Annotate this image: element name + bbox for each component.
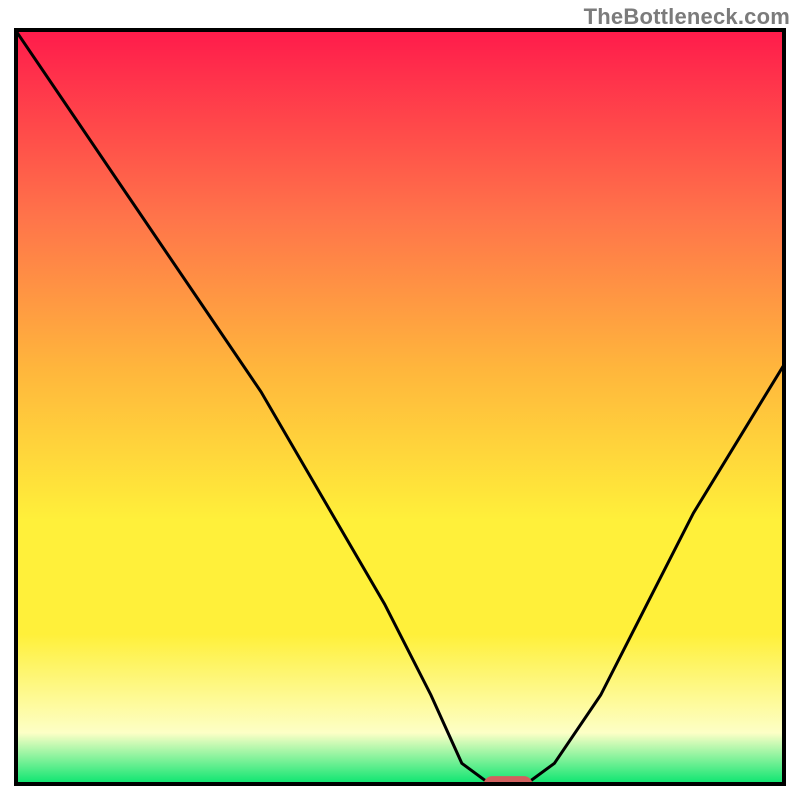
plot-svg bbox=[14, 28, 786, 786]
chart-wrap: TheBottleneck.com bbox=[0, 0, 800, 800]
gradient-background bbox=[14, 28, 786, 786]
watermark-text: TheBottleneck.com bbox=[584, 4, 790, 30]
optimum-marker bbox=[483, 776, 532, 786]
plot-frame bbox=[14, 28, 786, 786]
